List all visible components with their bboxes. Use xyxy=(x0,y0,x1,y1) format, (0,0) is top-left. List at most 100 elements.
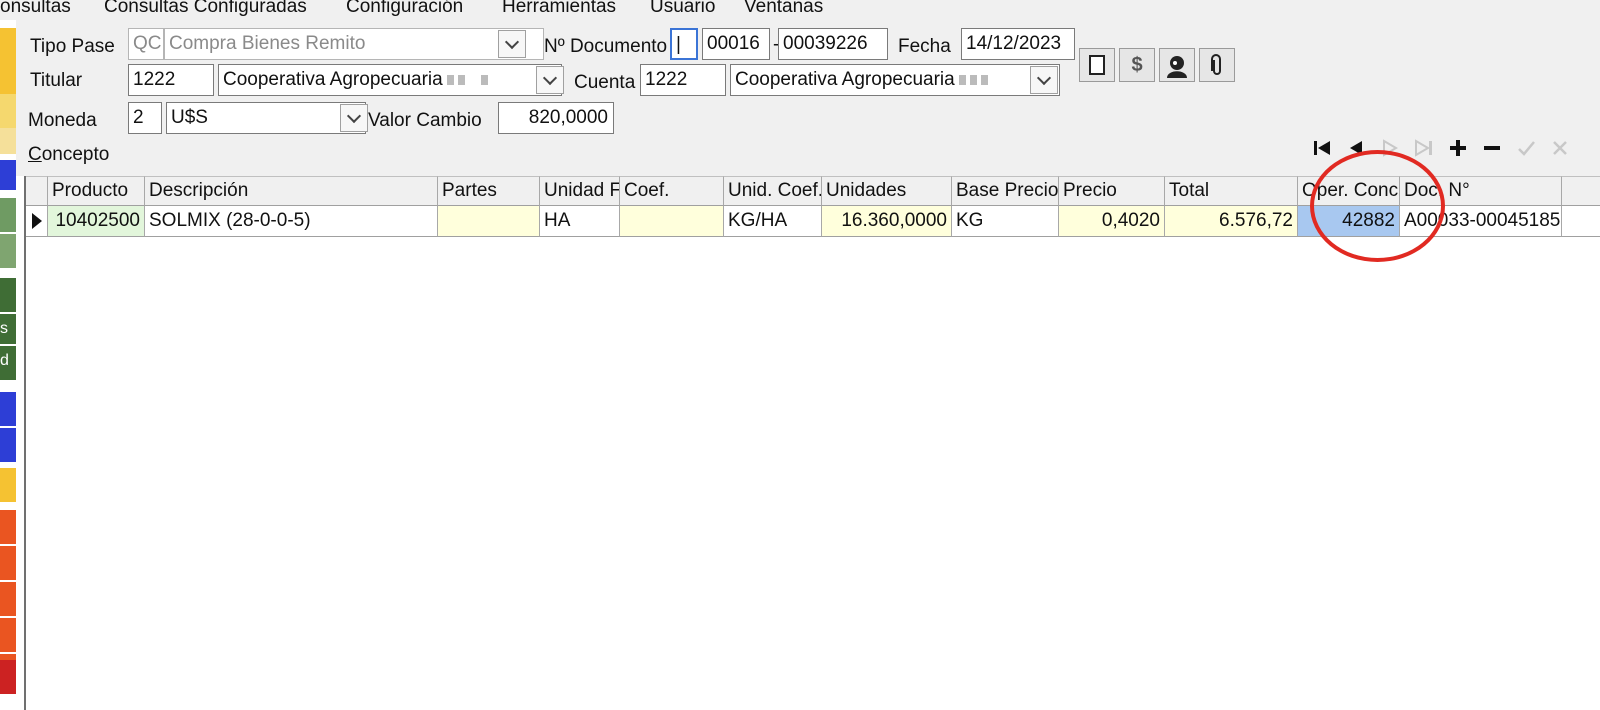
post-record-icon[interactable] xyxy=(1516,138,1536,158)
col-header-unidades[interactable]: Unidades xyxy=(822,176,952,206)
shortcut-swatch[interactable] xyxy=(0,278,16,312)
shortcut-swatch[interactable] xyxy=(0,468,16,502)
col-header-oper-conc[interactable]: Oper. Conc xyxy=(1298,176,1400,206)
concepto-label-accesskey: C xyxy=(28,144,42,165)
currency-button[interactable]: $ xyxy=(1119,48,1155,82)
new-document-button[interactable] xyxy=(1079,48,1115,82)
shortcut-swatch[interactable] xyxy=(0,160,16,190)
shortcut-swatch[interactable] xyxy=(0,128,16,154)
col-header-descripcion[interactable]: Descripción xyxy=(145,176,438,206)
row-indicator[interactable] xyxy=(26,206,48,237)
shortcut-swatch[interactable] xyxy=(0,546,16,580)
menu-herramientas[interactable]: Herramientas xyxy=(502,0,616,18)
menu-ventanas[interactable]: Ventanas xyxy=(744,0,823,18)
valor-cambio-label: Valor Cambio xyxy=(368,110,482,131)
document-icon xyxy=(1089,55,1105,75)
shortcut-swatch[interactable] xyxy=(0,62,16,94)
shortcut-swatch[interactable] xyxy=(0,428,16,462)
tipo-pase-dropdown-button[interactable] xyxy=(498,30,526,58)
attach-button[interactable] xyxy=(1199,48,1235,82)
doc-number-field[interactable]: 00039226 xyxy=(778,28,888,60)
cuenta-code-field[interactable]: 1222 xyxy=(640,64,726,96)
person-icon xyxy=(1167,56,1187,78)
tipo-pase-code-field[interactable]: QC xyxy=(128,28,164,60)
tipo-pase-select[interactable]: Compra Bienes Remito xyxy=(164,28,544,60)
moneda-code-field[interactable]: 2 xyxy=(128,102,162,134)
menu-consultas-configuradas[interactable]: Consultas Configuradas xyxy=(104,0,307,18)
last-record-icon[interactable] xyxy=(1414,138,1434,158)
cell-partes[interactable] xyxy=(438,206,540,237)
cell-descripcion[interactable]: SOLMIX (28-0-0-5) xyxy=(145,206,438,237)
cancel-record-icon[interactable] xyxy=(1550,138,1570,158)
doc-branch-field[interactable]: 00016 xyxy=(702,28,770,60)
next-record-icon[interactable] xyxy=(1380,138,1400,158)
shortcut-swatch[interactable] xyxy=(0,392,16,426)
document-header-form: Tipo Pase QC Compra Bienes Remito Nº Doc… xyxy=(16,20,1600,176)
grid-indicator-header xyxy=(26,176,48,206)
shortcut-swatch[interactable] xyxy=(0,618,16,652)
tipo-pase-label: Tipo Pase xyxy=(30,36,115,57)
shortcut-swatch[interactable] xyxy=(0,234,16,268)
first-record-icon[interactable] xyxy=(1312,138,1332,158)
shortcut-swatch[interactable]: s xyxy=(0,314,16,344)
moneda-value: U$S xyxy=(171,107,208,128)
cuenta-select[interactable]: Cooperativa Agropecuaria xyxy=(730,64,1060,96)
cuenta-dropdown-button[interactable] xyxy=(1030,66,1058,94)
redacted-block xyxy=(446,74,454,85)
cell-oper-conc[interactable]: 42882 xyxy=(1298,206,1400,237)
moneda-dropdown-button[interactable] xyxy=(340,104,368,132)
cell-base-precio[interactable]: KG xyxy=(952,206,1059,237)
cell-coef[interactable] xyxy=(620,206,724,237)
shortcut-swatch[interactable] xyxy=(0,660,16,694)
items-grid: Producto Descripción Partes Unidad F Coe… xyxy=(24,176,1600,710)
menu-configuracion[interactable]: Configuración xyxy=(346,0,463,18)
contact-button[interactable] xyxy=(1159,48,1195,82)
delete-record-icon[interactable] xyxy=(1482,138,1502,158)
cell-unidad[interactable]: HA xyxy=(540,206,620,237)
redacted-block xyxy=(958,74,966,85)
col-header-doc-nro[interactable]: Doc. N° xyxy=(1400,176,1562,206)
doc-letter-field[interactable]: | xyxy=(670,28,698,60)
col-header-producto[interactable]: Producto xyxy=(48,176,145,206)
cell-more[interactable] xyxy=(1562,206,1600,237)
col-header-unid-coef[interactable]: Unid. Coef. xyxy=(724,176,822,206)
dollar-icon: $ xyxy=(1131,54,1143,76)
redacted-block xyxy=(969,74,977,85)
redacted-block xyxy=(980,74,988,85)
titular-label: Titular xyxy=(30,70,83,91)
shortcut-swatch[interactable]: d xyxy=(0,346,16,380)
cell-total[interactable]: 6.576,72 xyxy=(1165,206,1298,237)
menu-bar: onsultas Consultas Configuradas Configur… xyxy=(0,0,1600,20)
shortcut-swatch[interactable] xyxy=(0,94,16,128)
col-header-precio[interactable]: Precio xyxy=(1059,176,1165,206)
concepto-label[interactable]: Concepto xyxy=(28,144,109,166)
valor-cambio-field[interactable]: 820,0000 xyxy=(498,102,614,134)
col-header-more[interactable] xyxy=(1562,176,1600,206)
nro-documento-label: Nº Documento xyxy=(544,36,668,57)
shortcut-swatch[interactable] xyxy=(0,28,16,62)
redacted-block xyxy=(480,74,488,85)
shortcut-swatch[interactable] xyxy=(0,510,16,544)
col-header-coef[interactable]: Coef. xyxy=(620,176,724,206)
col-header-unidad[interactable]: Unidad F xyxy=(540,176,620,206)
fecha-field[interactable]: 14/12/2023 xyxy=(961,28,1075,60)
cell-unid-coef[interactable]: KG/HA xyxy=(724,206,822,237)
shortcut-swatch[interactable] xyxy=(0,198,16,232)
menu-consultas[interactable]: onsultas xyxy=(0,0,71,18)
col-header-partes[interactable]: Partes xyxy=(438,176,540,206)
titular-code-field[interactable]: 1222 xyxy=(128,64,214,96)
cell-producto[interactable]: 10402500 xyxy=(48,206,145,237)
cell-precio[interactable]: 0,4020 xyxy=(1059,206,1165,237)
col-header-total[interactable]: Total xyxy=(1165,176,1298,206)
prior-record-icon[interactable] xyxy=(1346,138,1366,158)
titular-dropdown-button[interactable] xyxy=(536,66,564,94)
fecha-label: Fecha xyxy=(898,36,951,57)
col-header-base-precio[interactable]: Base Precio xyxy=(952,176,1059,206)
moneda-select[interactable]: U$S xyxy=(166,102,366,134)
cell-doc-nro[interactable]: A00033-00045185 xyxy=(1400,206,1562,237)
shortcut-swatch[interactable] xyxy=(0,582,16,616)
insert-record-icon[interactable] xyxy=(1448,138,1468,158)
menu-usuario[interactable]: Usuario xyxy=(650,0,715,18)
cell-unidades[interactable]: 16.360,0000 xyxy=(822,206,952,237)
titular-select[interactable]: Cooperativa Agropecuaria xyxy=(218,64,562,96)
